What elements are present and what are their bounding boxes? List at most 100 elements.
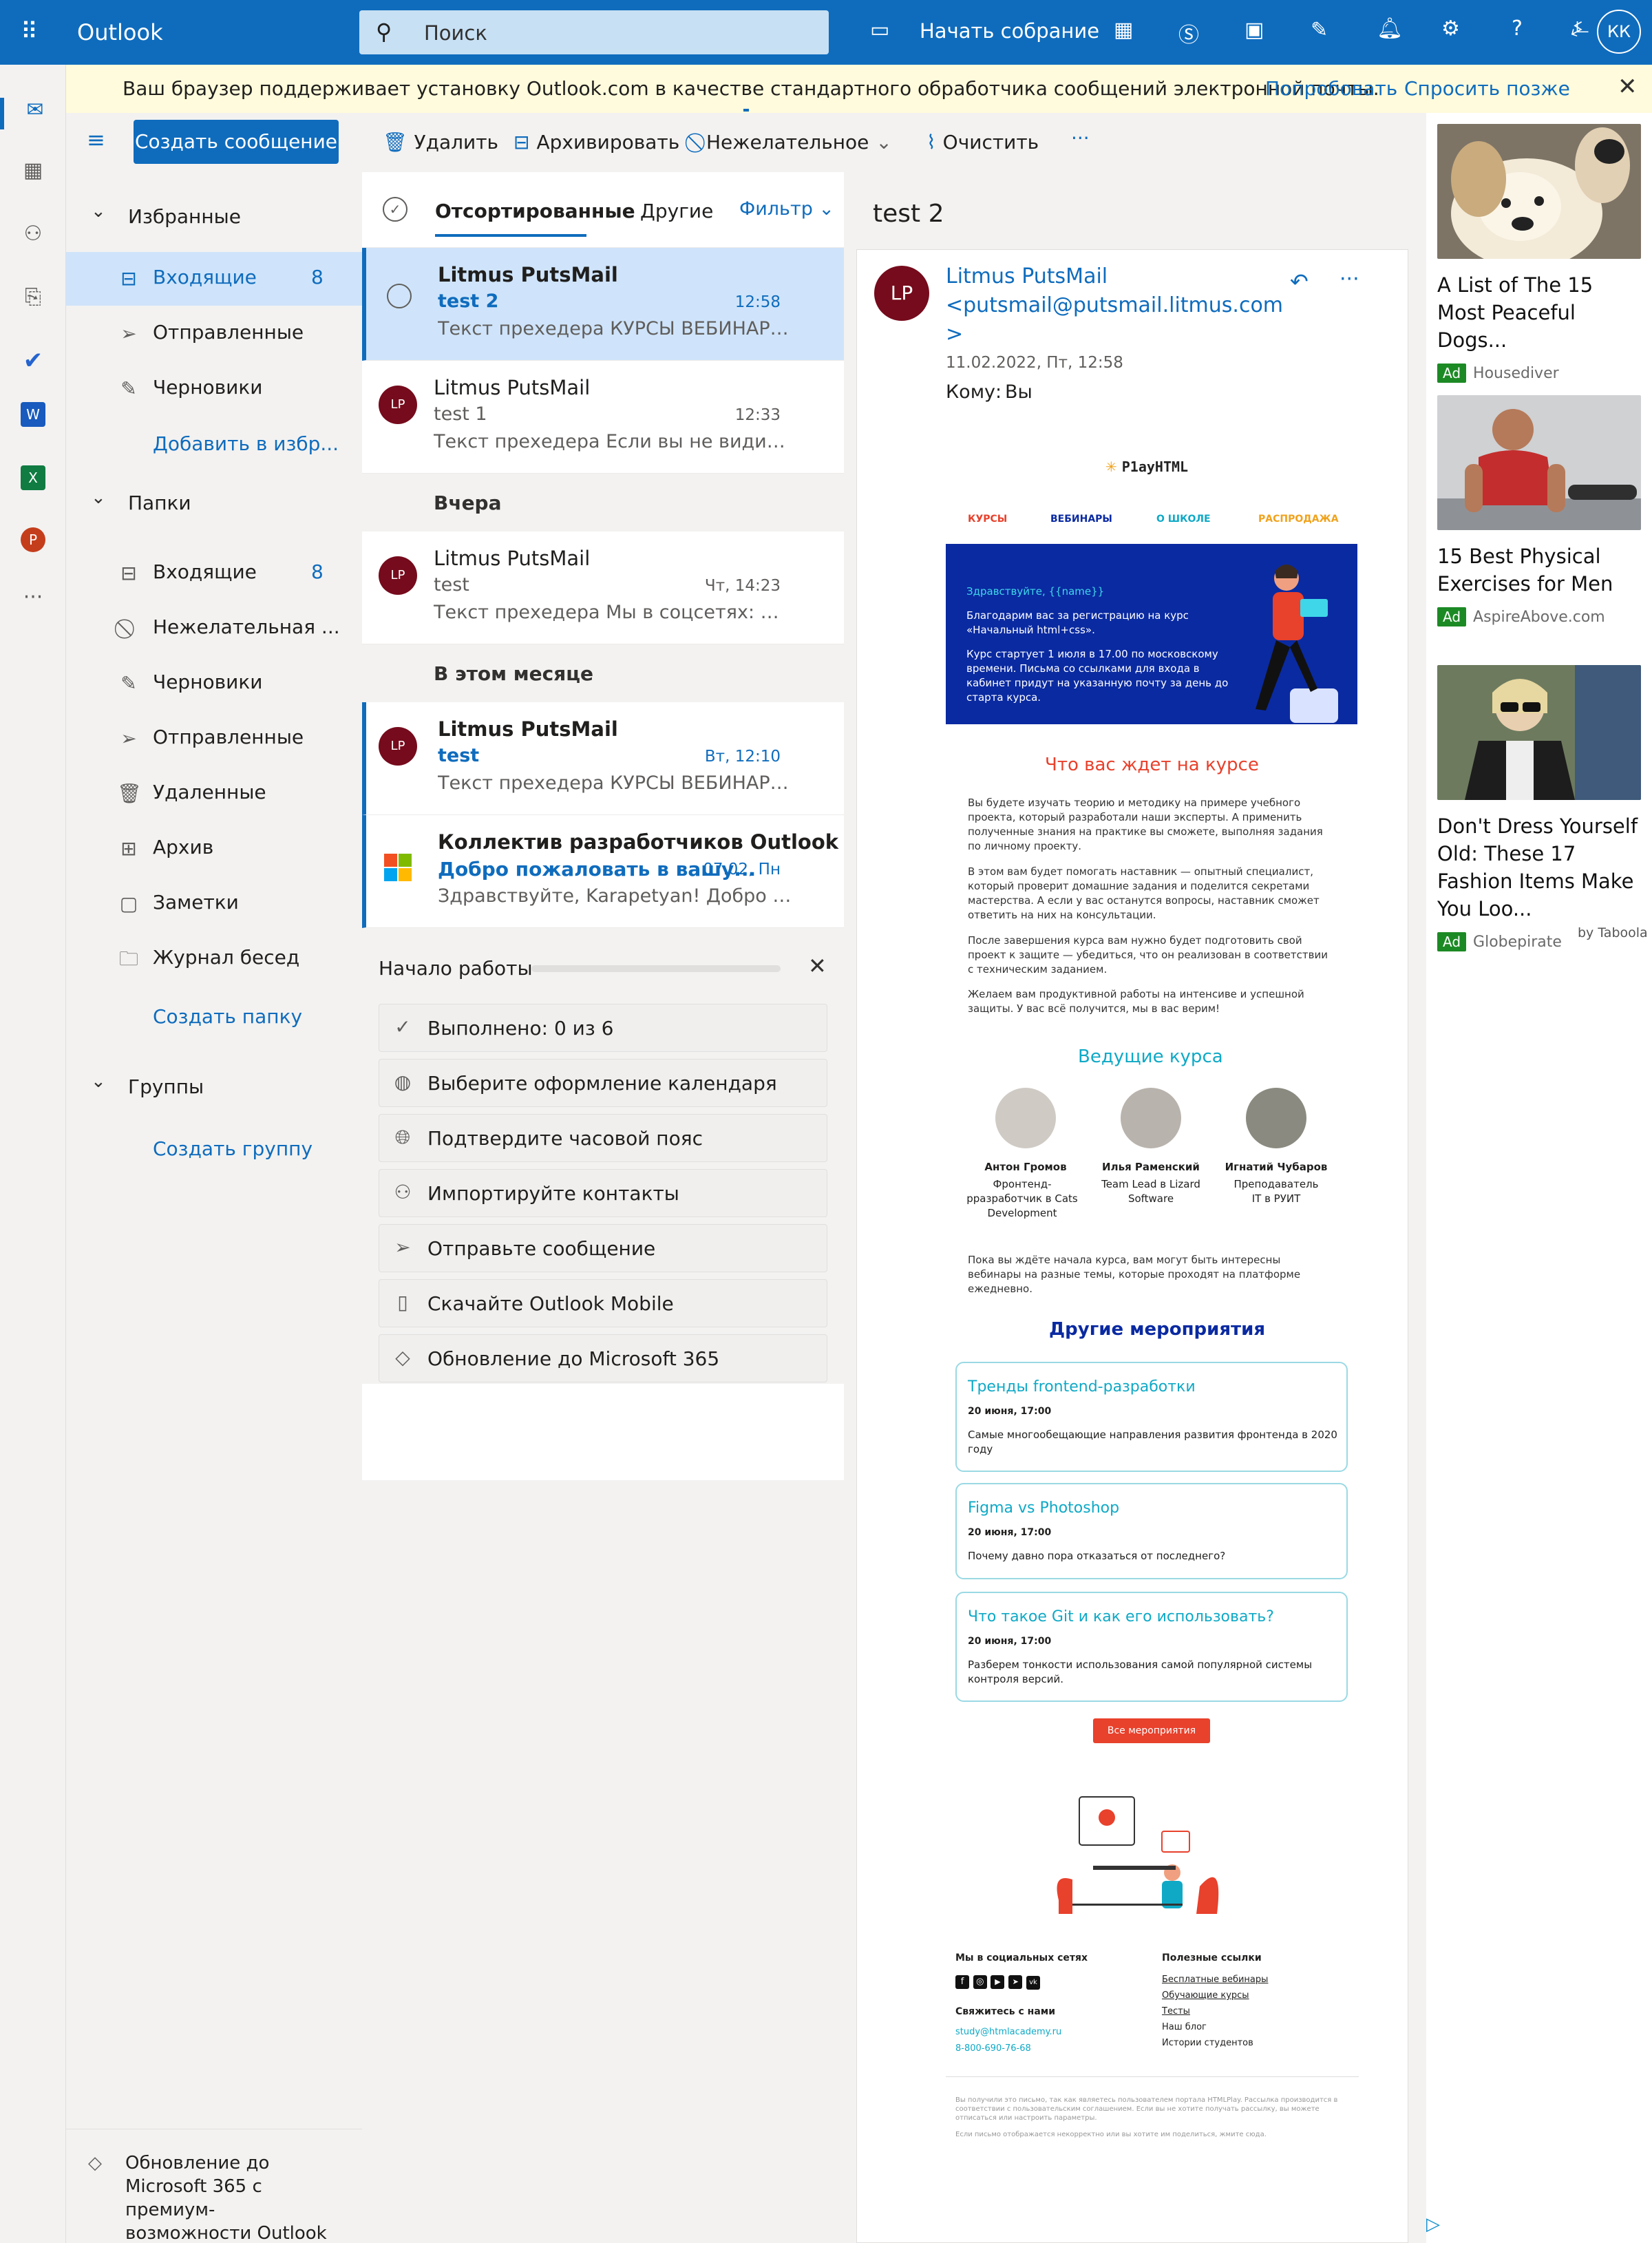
archive-button[interactable]: ⊟ Архивировать	[513, 131, 679, 154]
sender-name[interactable]: Litmus PutsMail	[946, 264, 1108, 288]
email-nav-courses[interactable]: КУРСЫ	[968, 514, 1007, 525]
filter-button[interactable]: Фильтр ⌄	[739, 198, 834, 220]
chevron-down-icon[interactable]: ⌄	[91, 201, 106, 222]
folder-drafts[interactable]: ✎ Черновики	[66, 657, 362, 710]
create-group-link[interactable]: Создать группу	[153, 1137, 313, 1160]
email-nav-about[interactable]: О ШКОЛЕ	[1156, 514, 1211, 525]
compose-button[interactable]: Создать сообщение	[134, 120, 339, 164]
mail-icon[interactable]: ✉	[0, 98, 66, 129]
telegram-icon[interactable]: ➤	[1008, 1975, 1023, 1989]
chevron-down-icon[interactable]: ⌄	[91, 1071, 106, 1092]
folder-conversation-history[interactable]: 🗀 Журнал бесед	[66, 932, 362, 986]
gear-icon[interactable]: ⚙	[1441, 17, 1460, 41]
bell-icon[interactable]: 🔔︎	[1377, 17, 1403, 41]
avatar[interactable]: КК	[1597, 10, 1641, 54]
powerpoint-icon[interactable]: P	[21, 527, 45, 552]
sender-email[interactable]: <putsmail@putsmail.litmus.com	[946, 293, 1283, 317]
add-favorite-link[interactable]: Добавить в избр...	[153, 432, 339, 455]
skype-icon[interactable]: Ⓢ	[1178, 18, 1199, 48]
folders-title[interactable]: Папки	[128, 492, 191, 514]
list-item[interactable]: Коллектив разработчиков Outlook Добро по…	[362, 815, 844, 928]
taboola-label[interactable]: by Taboola	[1578, 925, 1648, 940]
todo-check-icon[interactable]: ✔	[0, 347, 66, 375]
instagram-icon[interactable]: ◎	[973, 1975, 987, 1989]
youtube-icon[interactable]: ▶	[991, 1975, 1005, 1989]
search-box[interactable]: ⚲ Поиск	[359, 10, 829, 54]
excel-icon[interactable]: X	[21, 465, 45, 490]
junk-button[interactable]: ⃠Нежелательное⌄	[699, 131, 892, 154]
ad-item[interactable]: 15 Best Physical Exercises for Men Ad Asp…	[1437, 395, 1641, 626]
adchoices-icon[interactable]: ▷	[1426, 2214, 1440, 2235]
close-icon[interactable]: ✕	[1618, 73, 1638, 101]
step-timezone[interactable]: 🌐︎ Подтвердите часовой пояс	[379, 1114, 827, 1162]
delete-button[interactable]: 🗑︎ Удалить	[383, 131, 498, 154]
folder-deleted[interactable]: 🗑︎ Удаленные	[66, 767, 362, 821]
event-card[interactable]: Figma vs Photoshop 20 июня, 17:00 Почему…	[955, 1483, 1348, 1579]
footer-link[interactable]: Тесты	[1162, 2006, 1190, 2016]
people-icon[interactable]: ⚇	[0, 222, 66, 246]
email-nav-sale[interactable]: РАСПРОДАЖА	[1258, 514, 1339, 525]
ad-item[interactable]: Don't Dress Yourself Old: These 17 Fashi…	[1437, 665, 1641, 951]
app-launcher-icon[interactable]: ⠿	[21, 18, 38, 45]
vk-icon[interactable]: vk	[1026, 1976, 1040, 1990]
step-calendar-theme[interactable]: ◍ Выберите оформление календаря	[379, 1059, 827, 1107]
todo-icon[interactable]: ✎	[1311, 18, 1328, 42]
fav-sent[interactable]: ➢ Отправленные	[66, 307, 362, 361]
folder-archive[interactable]: ⊞ Архив	[66, 822, 362, 876]
chevron-down-icon[interactable]: ⌄	[91, 487, 106, 508]
footer-link[interactable]: Бесплатные вебинары	[1162, 1975, 1268, 1985]
footer-link[interactable]: Истории студентов	[1162, 2038, 1253, 2048]
fav-inbox[interactable]: ⊟ Входящие 8	[66, 252, 362, 306]
more-icon[interactable]: ···	[1339, 267, 1359, 291]
list-item[interactable]: LP Litmus PutsMail test Чт, 14:23 Текст …	[362, 531, 844, 644]
list-item[interactable]: Litmus PutsMail test 2 12:58 Текст прехе…	[362, 248, 844, 361]
meet-now-button[interactable]: Начать собрание	[920, 19, 1099, 43]
footer-link[interactable]: Обучающие курсы	[1162, 1990, 1249, 2001]
folder-sent[interactable]: ➢ Отправленные	[66, 712, 362, 766]
banner-later-link[interactable]: Спросить позже	[1404, 77, 1570, 100]
step-import-contacts[interactable]: ⚇ Импортируйте контакты	[379, 1169, 827, 1217]
qr-icon[interactable]: ▦	[1114, 18, 1133, 42]
app-title[interactable]: Outlook	[77, 19, 163, 45]
help-icon[interactable]: ?	[1512, 17, 1523, 41]
folder-inbox[interactable]: ⊟ Входящие 8	[66, 547, 362, 600]
calendar-icon[interactable]: ▦	[0, 158, 66, 182]
more-apps-icon[interactable]: ···	[0, 585, 66, 609]
select-all-icon[interactable]: ✓	[383, 197, 407, 222]
all-events-button[interactable]: Все мероприятия	[1093, 1718, 1210, 1743]
premium-upgrade[interactable]: ◇ Обновление до Microsoft 365 с премиум-…	[66, 2129, 362, 2243]
teams-icon[interactable]: ▣	[1245, 18, 1264, 42]
attachment-icon[interactable]: ⎘	[0, 285, 66, 309]
sweep-button[interactable]: ⌇ Очистить	[926, 131, 1039, 154]
event-card[interactable]: Что такое Git и как его использовать? 20…	[955, 1592, 1348, 1702]
banner-try-link[interactable]: Попробовать	[1265, 77, 1397, 100]
email-logo[interactable]: ✳ P1ayHTML	[1105, 459, 1188, 475]
footer-email[interactable]: study@htmlacademy.ru	[955, 2027, 1061, 2037]
facebook-icon[interactable]: f	[955, 1975, 969, 1989]
fav-drafts[interactable]: ✎ Черновики	[66, 362, 362, 416]
folder-junk[interactable]: ⃠ Нежелательная ...	[66, 602, 362, 655]
close-icon[interactable]: ✕	[808, 953, 827, 979]
reply-icon[interactable]: ↶	[1290, 268, 1309, 295]
feedback-icon[interactable]: ⍼	[1571, 17, 1589, 41]
step-mobile[interactable]: ▯ Скачайте Outlook Mobile	[379, 1279, 827, 1327]
tab-other[interactable]: Другие	[640, 200, 713, 222]
hamburger-icon[interactable]: ≡	[87, 127, 105, 153]
folder-notes[interactable]: ▢ Заметки	[66, 877, 362, 931]
footer-phone[interactable]: 8-800-690-76-68	[955, 2043, 1031, 2054]
ad-item[interactable]: A List of The 15 Most Peaceful Dogs... A…	[1437, 124, 1641, 383]
list-item[interactable]: LP Litmus PutsMail test 1 12:33 Текст пр…	[362, 361, 844, 474]
create-folder-link[interactable]: Создать папку	[153, 1005, 302, 1028]
step-send-message[interactable]: ➢ Отправьте сообщение	[379, 1224, 827, 1272]
sender-email-close[interactable]: >	[946, 322, 963, 346]
step-upgrade[interactable]: ◇ Обновление до Microsoft 365	[379, 1334, 827, 1382]
video-icon[interactable]: ▭	[870, 18, 889, 42]
footer-link[interactable]: Наш блог	[1162, 2022, 1207, 2032]
event-card[interactable]: Тренды frontend-разработки 20 июня, 17:0…	[955, 1362, 1348, 1472]
favorites-title[interactable]: Избранные	[128, 205, 241, 228]
more-actions-button[interactable]: ···	[1071, 127, 1090, 149]
select-circle-icon[interactable]	[387, 284, 412, 308]
groups-title[interactable]: Группы	[128, 1075, 204, 1098]
tab-focused[interactable]: Отсортированные	[435, 200, 635, 222]
list-item[interactable]: LP Litmus PutsMail test Вт, 12:10 Текст …	[362, 702, 844, 815]
